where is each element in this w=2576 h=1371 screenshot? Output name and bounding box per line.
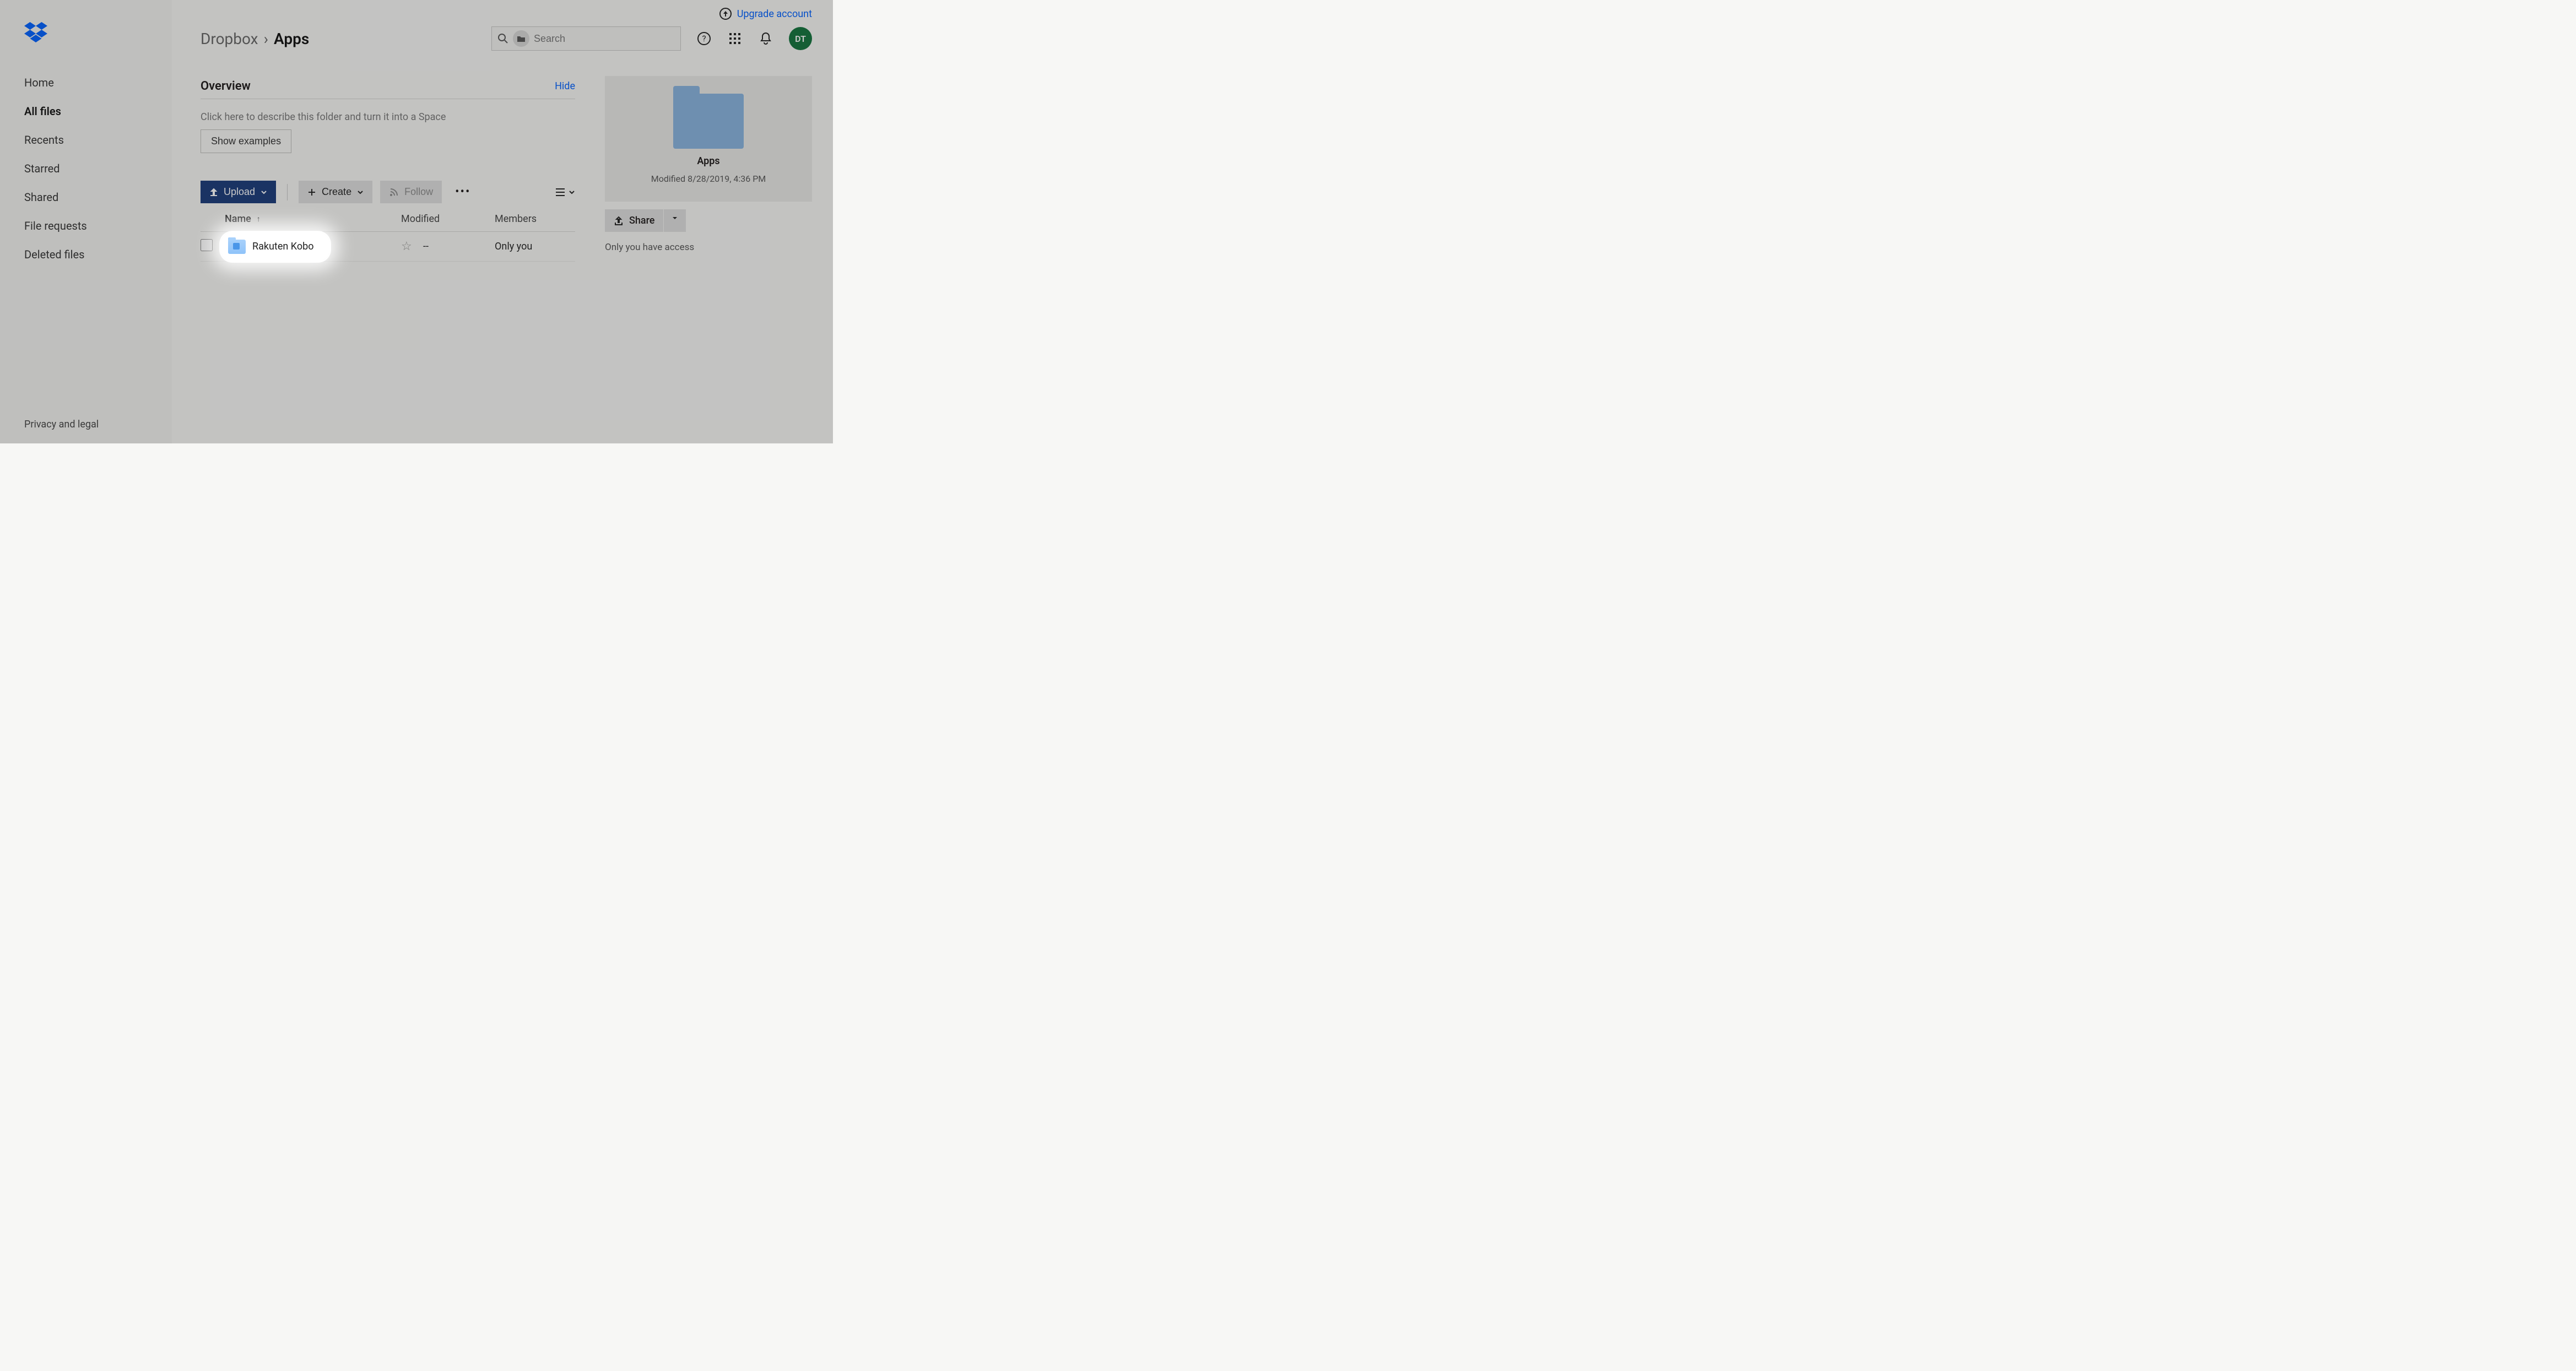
upgrade-icon <box>719 8 732 20</box>
more-button[interactable]: ••• <box>450 182 476 202</box>
preview-modified: Modified 8/28/2019, 4:36 PM <box>651 174 766 184</box>
folder-preview-icon <box>673 94 744 149</box>
upload-button[interactable]: Upload <box>201 181 276 203</box>
puzzle-icon <box>233 243 240 250</box>
preview-card: Apps Modified 8/28/2019, 4:36 PM <box>605 76 812 202</box>
chevron-down-icon <box>357 189 364 196</box>
chevron-down-icon <box>261 189 267 196</box>
row-modified: -- <box>423 241 495 252</box>
plus-icon <box>307 188 316 197</box>
search-input[interactable] <box>534 33 675 45</box>
header-icons: ? DT <box>696 27 812 50</box>
sidebar-item-starred[interactable]: Starred <box>0 156 172 181</box>
show-examples-button[interactable]: Show examples <box>201 129 291 153</box>
hide-link[interactable]: Hide <box>555 80 575 92</box>
upload-icon <box>209 188 218 197</box>
sidebar-item-deleted-files[interactable]: Deleted files <box>0 242 172 267</box>
search-scope-folder-icon[interactable] <box>513 30 529 47</box>
sidebar: Home All files Recents Starred Shared Fi… <box>0 0 172 443</box>
upgrade-account-link[interactable]: Upgrade account <box>719 8 812 20</box>
sidebar-item-file-requests[interactable]: File requests <box>0 214 172 238</box>
overview-title: Overview <box>201 79 251 93</box>
row-name-highlight[interactable]: Rakuten Kobo <box>221 233 329 261</box>
help-icon[interactable]: ? <box>696 31 712 46</box>
table-row[interactable]: Rakuten Kobo ☆ -- Only you <box>201 232 575 262</box>
search-box[interactable] <box>491 26 681 51</box>
sidebar-nav: Home All files Recents Starred Shared Fi… <box>0 71 172 267</box>
row-members: Only you <box>495 241 575 252</box>
svg-text:?: ? <box>702 34 706 44</box>
column-name-label: Name <box>225 213 251 225</box>
create-button[interactable]: Create <box>299 181 372 203</box>
view-toggle[interactable] <box>555 188 575 197</box>
sidebar-item-all-files[interactable]: All files <box>0 99 172 123</box>
sidebar-item-home[interactable]: Home <box>0 71 172 95</box>
breadcrumb-current: Apps <box>274 30 309 48</box>
row-name-label: Rakuten Kobo <box>252 241 313 252</box>
caret-down-icon <box>672 215 678 221</box>
column-name[interactable]: Name ↑ <box>225 213 401 225</box>
chevron-down-icon <box>569 189 575 196</box>
follow-button[interactable]: Follow <box>380 181 442 203</box>
breadcrumb-sep: › <box>264 30 268 48</box>
breadcrumb: Dropbox › Apps <box>201 30 309 48</box>
avatar[interactable]: DT <box>789 27 812 50</box>
preview-name: Apps <box>697 155 719 167</box>
notifications-icon[interactable] <box>758 31 773 46</box>
follow-label: Follow <box>404 186 433 198</box>
dropbox-logo[interactable] <box>0 22 172 71</box>
share-caret[interactable] <box>664 209 686 232</box>
toolbar: Upload Create Follow ••• <box>201 181 575 203</box>
share-icon <box>614 216 624 226</box>
rss-icon <box>389 187 399 197</box>
table-header: Name ↑ Modified Members <box>201 203 575 232</box>
upgrade-label: Upgrade account <box>737 8 812 20</box>
column-members[interactable]: Members <box>495 213 575 225</box>
details-panel: Apps Modified 8/28/2019, 4:36 PM Share O… <box>605 76 812 253</box>
header: Dropbox › Apps ? DT <box>201 26 812 51</box>
upload-label: Upload <box>224 186 255 198</box>
describe-placeholder[interactable]: Click here to describe this folder and t… <box>201 99 575 129</box>
content: Overview Hide Click here to describe thi… <box>201 72 575 262</box>
access-text: Only you have access <box>605 242 812 253</box>
sort-asc-icon: ↑ <box>257 214 261 224</box>
sidebar-footer-link[interactable]: Privacy and legal <box>0 419 172 443</box>
folder-icon <box>228 240 246 254</box>
star-button[interactable]: ☆ <box>401 240 423 253</box>
share-label: Share <box>629 215 654 226</box>
sidebar-item-recents[interactable]: Recents <box>0 128 172 152</box>
sidebar-item-shared[interactable]: Shared <box>0 185 172 209</box>
create-label: Create <box>322 186 351 198</box>
column-modified[interactable]: Modified <box>401 213 495 225</box>
share-button[interactable]: Share <box>605 209 663 232</box>
main: Upgrade account Dropbox › Apps ? <box>172 0 833 443</box>
breadcrumb-root[interactable]: Dropbox <box>201 30 258 48</box>
row-checkbox[interactable] <box>201 239 213 251</box>
toolbar-divider <box>287 184 288 200</box>
search-icon <box>497 33 508 44</box>
list-view-icon <box>555 188 565 197</box>
apps-grid-icon[interactable] <box>727 31 743 46</box>
